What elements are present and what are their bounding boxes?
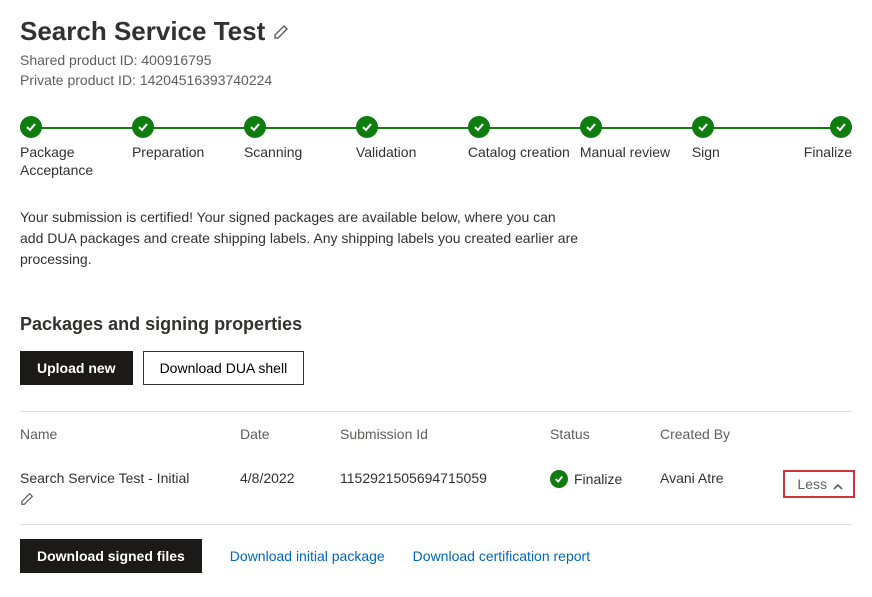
checkmark-icon <box>244 116 266 138</box>
download-initial-package-link[interactable]: Download initial package <box>230 548 385 564</box>
packages-section-title: Packages and signing properties <box>20 314 852 335</box>
checkmark-icon <box>580 116 602 138</box>
checkmark-icon <box>132 116 154 138</box>
row-name-text: Search Service Test - Initial <box>20 470 240 486</box>
checkmark-icon <box>356 116 378 138</box>
header-created-by: Created By <box>660 426 780 442</box>
step-label: Catalog creation <box>468 144 570 162</box>
table-row: Search Service Test - Initial 4/8/2022 1… <box>20 456 852 525</box>
cell-created-by: Avani Atre <box>660 470 780 486</box>
step-scanning: Scanning <box>244 116 356 162</box>
edit-title-pencil-icon[interactable] <box>273 24 289 40</box>
step-label: Scanning <box>244 144 302 162</box>
cell-submission-id: 1152921505694715059 <box>340 470 550 486</box>
cell-name: Search Service Test - Initial <box>20 470 240 506</box>
status-message: Your submission is certified! Your signe… <box>20 207 580 270</box>
header-submission-id: Submission Id <box>340 426 550 442</box>
download-certification-report-link[interactable]: Download certification report <box>413 548 590 564</box>
step-preparation: Preparation <box>132 116 244 162</box>
cell-date: 4/8/2022 <box>240 470 340 486</box>
step-finalize: Finalize <box>804 116 852 162</box>
table-header-row: Name Date Submission Id Status Created B… <box>20 412 852 456</box>
step-label: Package Acceptance <box>20 144 130 179</box>
checkmark-icon <box>692 116 714 138</box>
header-date: Date <box>240 426 340 442</box>
step-sign: Sign <box>692 116 804 162</box>
private-product-id: Private product ID: 14204516393740224 <box>20 71 852 91</box>
step-manual-review: Manual review <box>580 116 692 162</box>
title-text: Search Service Test <box>20 16 265 47</box>
header-name: Name <box>20 426 240 442</box>
page-title: Search Service Test <box>20 16 852 47</box>
progress-stepper: Package Acceptance Preparation Scanning … <box>20 116 852 179</box>
step-label: Manual review <box>580 144 670 162</box>
chevron-up-icon <box>833 479 843 489</box>
download-dua-shell-button[interactable]: Download DUA shell <box>143 351 305 385</box>
edit-row-pencil-icon[interactable] <box>20 492 34 506</box>
step-label: Finalize <box>804 144 852 162</box>
cell-status: Finalize <box>550 470 660 488</box>
step-package-acceptance: Package Acceptance <box>20 116 132 179</box>
checkmark-icon <box>468 116 490 138</box>
collapse-toggle-button[interactable]: Less <box>783 470 855 498</box>
step-label: Preparation <box>132 144 204 162</box>
upload-new-button[interactable]: Upload new <box>20 351 133 385</box>
checkmark-icon <box>830 116 852 138</box>
row-actions: Download signed files Download initial p… <box>20 539 852 573</box>
header-status: Status <box>550 426 660 442</box>
step-label: Validation <box>356 144 416 162</box>
step-label: Sign <box>692 144 720 162</box>
checkmark-icon <box>20 116 42 138</box>
status-checkmark-icon <box>550 470 568 488</box>
packages-table: Name Date Submission Id Status Created B… <box>20 411 852 525</box>
download-signed-files-button[interactable]: Download signed files <box>20 539 202 573</box>
toggle-label: Less <box>797 476 827 492</box>
status-text: Finalize <box>574 471 622 487</box>
shared-product-id: Shared product ID: 400916795 <box>20 51 852 71</box>
step-catalog-creation: Catalog creation <box>468 116 580 162</box>
step-validation: Validation <box>356 116 468 162</box>
